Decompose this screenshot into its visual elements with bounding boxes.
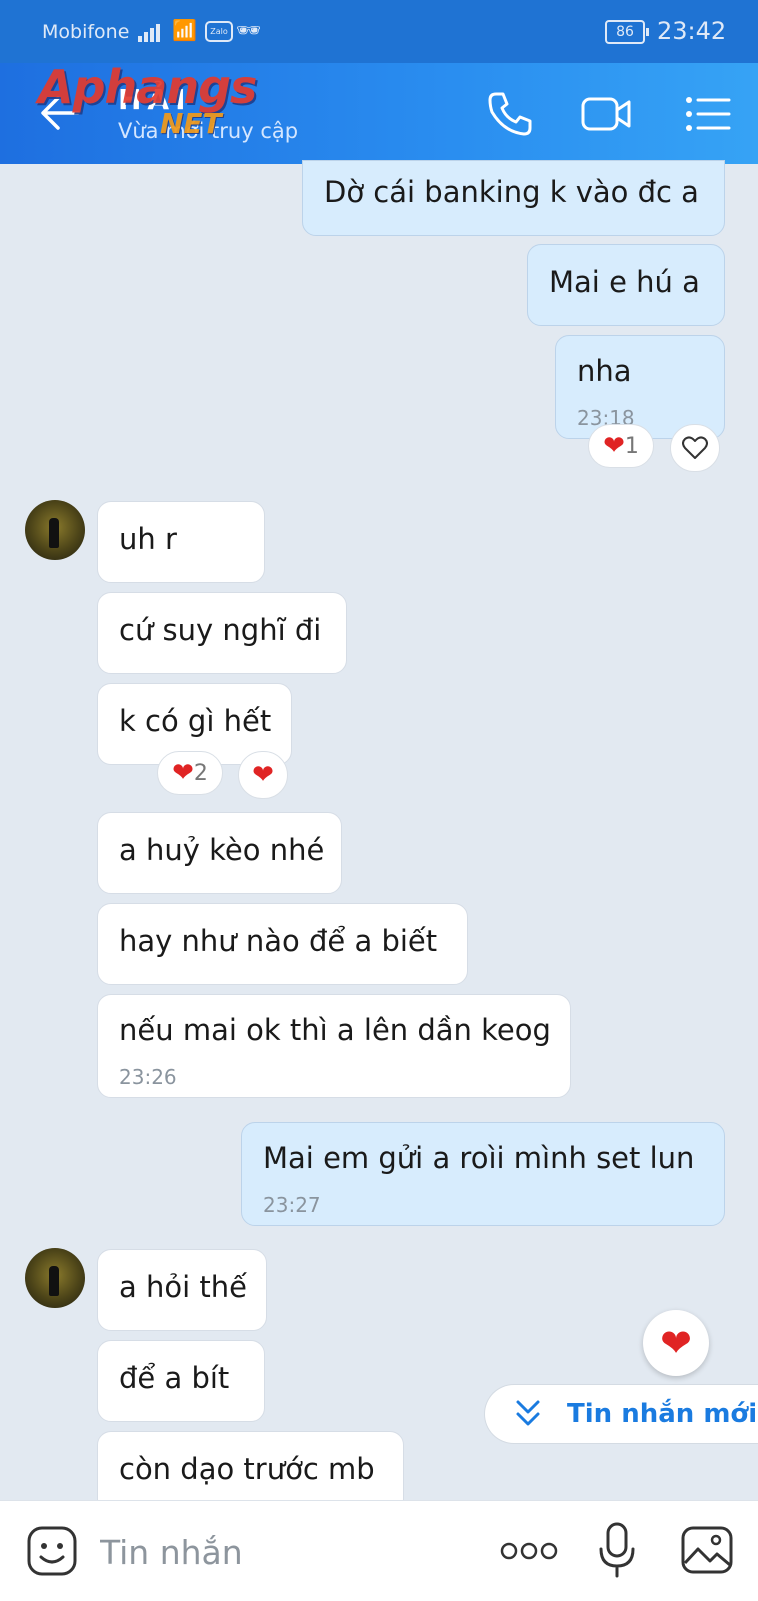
- message-text: cứ suy nghĩ đi: [119, 613, 322, 647]
- message-text: hay như nào để a biết: [119, 924, 438, 958]
- quick-heart-button[interactable]: ❤: [643, 1310, 709, 1376]
- watermark-logo-sub: NET: [160, 107, 222, 140]
- reaction-count-text: 1: [624, 433, 639, 459]
- message-text: nha: [577, 354, 632, 388]
- message-bubble-sent[interactable]: Mai e hú a: [527, 244, 725, 326]
- signal-icon: [138, 22, 164, 42]
- list-menu-icon[interactable]: [683, 88, 735, 140]
- message-bubble-received[interactable]: a huỷ kèo nhé: [97, 812, 342, 894]
- battery-icon: 86: [605, 20, 649, 44]
- contact-avatar[interactable]: [25, 1248, 85, 1308]
- reaction-count-text: 2: [193, 760, 208, 786]
- message-bubble-sent[interactable]: Mai em gửi a roìi mình set lun 23:27: [241, 1122, 725, 1226]
- watermark-logo: Aphangs: [38, 60, 257, 114]
- message-bubble-sent[interactable]: Dờ cái banking k vào đc a: [302, 160, 725, 236]
- input-bar: [0, 1500, 758, 1601]
- video-camera-icon[interactable]: [580, 88, 632, 140]
- image-icon[interactable]: [680, 1525, 734, 1575]
- message-text: để a bít: [119, 1361, 230, 1395]
- heart-icon: ❤: [252, 760, 274, 790]
- heart-icon: ❤: [172, 758, 194, 788]
- reaction-count[interactable]: ❤ 1: [588, 424, 654, 468]
- message-text: Mai e hú a: [549, 265, 700, 299]
- message-bubble-received[interactable]: hay như nào để a biết: [97, 903, 468, 985]
- message-bubble-received[interactable]: a hỏi thế: [97, 1249, 267, 1331]
- react-button[interactable]: [670, 424, 720, 472]
- more-dots-icon[interactable]: [500, 1541, 558, 1561]
- sticker-icon[interactable]: [26, 1525, 78, 1577]
- contact-avatar[interactable]: [25, 500, 85, 560]
- message-text: Dờ cái banking k vào đc a: [324, 175, 699, 209]
- message-text: a hỏi thế: [119, 1270, 247, 1304]
- heart-icon: ❤: [603, 431, 625, 461]
- zalo-notification-icon: Zalo: [205, 21, 233, 42]
- status-clock: 23:42: [657, 17, 727, 45]
- new-messages-label: Tin nhắn mới: [567, 1399, 758, 1429]
- message-time: 23:26: [119, 1065, 177, 1089]
- message-text: còn dạo trước mb: [119, 1452, 375, 1486]
- react-button[interactable]: ❤: [238, 751, 288, 799]
- heart-outline-icon: [682, 436, 708, 459]
- message-bubble-received[interactable]: để a bít: [97, 1340, 265, 1422]
- reaction-count[interactable]: ❤ 2: [157, 751, 223, 795]
- message-text: k có gì hết: [119, 704, 272, 738]
- message-bubble-received[interactable]: nếu mai ok thì a lên dần keog 23:26: [97, 994, 571, 1098]
- new-messages-button[interactable]: Tin nhắn mới: [484, 1384, 758, 1444]
- wifi-icon: 📶: [172, 18, 197, 42]
- carrier-name: Mobifone: [42, 21, 130, 43]
- incognito-icon: 🕶: [236, 18, 262, 42]
- microphone-icon[interactable]: [597, 1521, 637, 1579]
- message-text: nếu mai ok thì a lên dần keog: [119, 1013, 551, 1047]
- message-time: 23:27: [263, 1193, 321, 1217]
- message-bubble-received[interactable]: uh r: [97, 501, 265, 583]
- double-chevron-down-icon: [516, 1400, 540, 1426]
- message-input[interactable]: [98, 1527, 472, 1577]
- chat-header: HẢI Vừa mới truy cập Aphangs NET: [0, 60, 758, 164]
- phone-icon[interactable]: [484, 88, 536, 140]
- message-bubble-received[interactable]: cứ suy nghĩ đi: [97, 592, 347, 674]
- message-text: Mai em gửi a roìi mình set lun: [263, 1141, 695, 1175]
- message-text: a huỷ kèo nhé: [119, 833, 325, 867]
- heart-icon: ❤: [660, 1321, 692, 1365]
- status-bar: Mobifone 📶 Zalo 🕶 86 23:42: [0, 0, 758, 63]
- message-text: uh r: [119, 522, 177, 556]
